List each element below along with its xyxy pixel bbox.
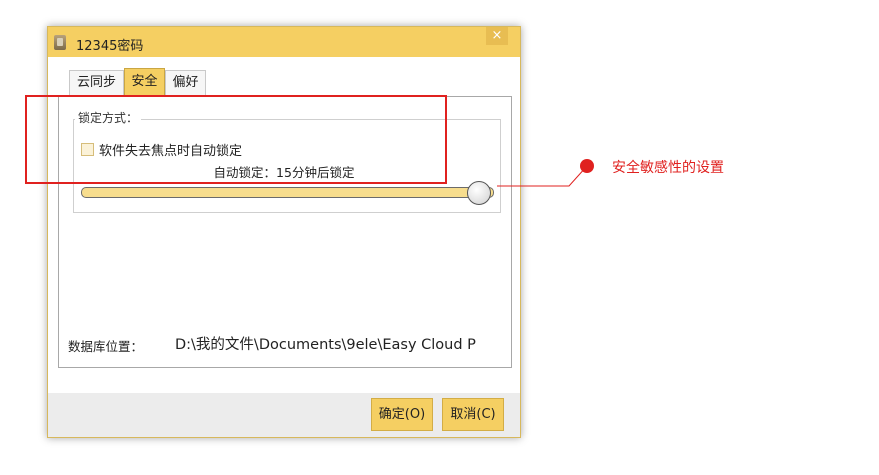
annotation-connector-line — [497, 165, 588, 187]
annotation-dot — [580, 159, 594, 173]
annotation-connector — [497, 159, 594, 187]
